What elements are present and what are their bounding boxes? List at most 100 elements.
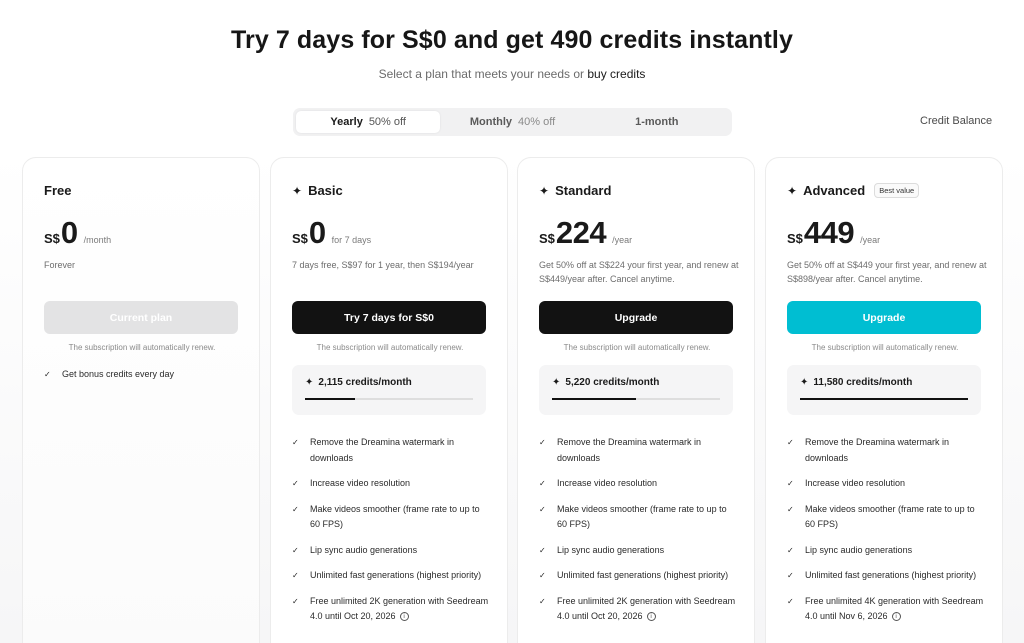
credits-box: ✦ 11,580 credits/month — [787, 365, 981, 415]
price-currency: S$ — [292, 231, 308, 246]
renew-note: The subscription will automatically rene… — [316, 343, 464, 352]
credits-bar — [552, 398, 720, 400]
tab-discount: 50% off — [368, 116, 406, 128]
feature-text: Increase video resolution — [805, 478, 906, 488]
plan-header: ✦ Advanced Best value — [787, 183, 920, 198]
price-period: /year — [860, 235, 881, 245]
feature-item: ✓ Lip sync audio generations — [292, 543, 492, 559]
feature-text: Increase video resolution — [557, 478, 658, 488]
price-period: /month — [83, 235, 112, 245]
price-currency: S$ — [787, 231, 803, 246]
price-currency: S$ — [539, 231, 555, 246]
price: S$ 449 /year — [787, 216, 880, 250]
feature-item: ✓ Unlimited fast generations (highest pri… — [787, 568, 987, 584]
credits-amount: 11,580 credits/month — [813, 377, 913, 388]
tab-yearly[interactable]: Yearly 50% off — [296, 111, 441, 133]
check-icon: ✓ — [292, 438, 299, 447]
price-currency: S$ — [44, 231, 60, 246]
sparkle-icon: ✦ — [552, 377, 561, 388]
credits-label: ✦ 11,580 credits/month — [800, 377, 912, 388]
feature-item: ✓ Make videos smoother (frame rate to up … — [292, 502, 492, 533]
feature-text: Remove the Dreamina watermark in downloa… — [310, 437, 455, 463]
plan-card-advanced: ✦ Advanced Best value S$ 449 /year Get 5… — [765, 157, 1003, 643]
check-icon: ✓ — [44, 370, 51, 379]
sparkles-icon: ✦ — [787, 183, 798, 198]
feature-list: ✓ Remove the Dreamina watermark in downlo… — [292, 435, 492, 635]
tab-1-month[interactable]: 1-month — [585, 111, 729, 133]
check-icon: ✓ — [539, 479, 546, 488]
plan-card-free: Free S$ 0 /month Forever Current plan Th… — [22, 157, 260, 643]
feature-text: Make videos smoother (frame rate to up t… — [805, 503, 975, 530]
feature-item: ✓ Make videos smoother (frame rate to up … — [539, 502, 739, 533]
feature-list: ✓ Remove the Dreamina watermark in downlo… — [539, 435, 739, 635]
feature-item: ✓ Increase video resolution — [787, 476, 987, 492]
plan-card-basic: ✦ Basic S$ 0 for 7 days 7 days free, S$9… — [270, 157, 508, 643]
price-note: Get 50% off at S$449 your first year, an… — [787, 260, 987, 284]
sparkle-icon: ✦ — [305, 377, 314, 388]
check-icon: ✓ — [539, 571, 546, 580]
feature-item: ✓ Lip sync audio generations — [787, 543, 987, 559]
buy-credits-link[interactable]: buy credits — [587, 67, 645, 81]
feature-text: Remove the Dreamina watermark in downloa… — [557, 437, 702, 463]
check-icon: ✓ — [787, 504, 794, 514]
feature-text: Free unlimited 2K generation with Seedre… — [310, 595, 489, 622]
credits-bar — [305, 398, 473, 400]
upgrade-advanced-button[interactable]: Upgrade — [787, 301, 981, 334]
plan-name: Advanced — [803, 183, 866, 198]
feature-item: ✓ Increase video resolution — [539, 476, 739, 492]
check-icon: ✓ — [539, 438, 546, 447]
renew-note: The subscription will automatically rene… — [563, 343, 711, 352]
check-icon: ✓ — [787, 438, 794, 447]
credits-label: ✦ 5,220 credits/month — [552, 377, 659, 388]
tab-label: Yearly — [330, 116, 363, 128]
feature-item: ✓ Remove the Dreamina watermark in downlo… — [539, 435, 739, 466]
tab-label: 1-month — [635, 116, 679, 128]
price-amount: 0 — [308, 215, 326, 250]
feature-item: ✓ Unlimited fast generations (highest pri… — [539, 568, 739, 584]
check-icon: ✓ — [787, 479, 794, 488]
check-icon: ✓ — [787, 571, 794, 580]
check-icon: ✓ — [787, 596, 794, 606]
current-plan-button: Current plan — [44, 301, 238, 334]
check-icon: ✓ — [292, 596, 299, 606]
feature-text: Unlimited fast generations (highest prio… — [310, 570, 482, 580]
price-amount: 0 — [60, 215, 78, 250]
plan-card-standard: ✦ Standard S$ 224 /year Get 50% off at S… — [517, 157, 755, 643]
price-note: Forever — [44, 260, 76, 270]
feature-item: ✓ Remove the Dreamina watermark in downlo… — [292, 435, 492, 466]
price-period: /year — [612, 235, 633, 245]
plan-header: Free — [44, 183, 71, 198]
info-icon[interactable]: i — [891, 612, 901, 622]
page-subtitle: Select a plan that meets your needs or b… — [0, 67, 1024, 81]
try-free-button[interactable]: Try 7 days for S$0 — [292, 301, 486, 334]
feature-text: Make videos smoother (frame rate to up t… — [310, 503, 480, 530]
feature-text: Free unlimited 2K generation with Seedre… — [557, 595, 736, 622]
feature-text: Increase video resolution — [310, 478, 411, 488]
check-icon: ✓ — [292, 545, 299, 555]
check-icon: ✓ — [539, 504, 546, 514]
tab-label: Monthly — [469, 116, 513, 128]
feature-item: ✓ Make videos smoother (frame rate to up … — [787, 502, 987, 533]
upgrade-standard-button[interactable]: Upgrade — [539, 301, 733, 334]
best-value-badge: Best value — [874, 183, 920, 198]
credits-bar-fill — [305, 398, 356, 400]
credits-bar-fill — [552, 398, 636, 400]
sparkle-icon: ✦ — [292, 183, 303, 198]
info-icon[interactable]: i — [646, 612, 656, 622]
plan-name: Standard — [555, 183, 612, 198]
sparkles-icon: ✦ — [539, 183, 550, 198]
credits-label: ✦ 2,115 credits/month — [305, 377, 412, 388]
credits-amount: 2,115 credits/month — [318, 377, 412, 388]
feature-text: Lip sync audio generations — [310, 544, 418, 555]
tab-monthly[interactable]: Monthly 40% off — [440, 111, 584, 133]
info-icon[interactable]: i — [399, 612, 409, 622]
price-amount: 224 — [555, 215, 607, 250]
feature-item: ✓ Free unlimited 2K generation with Seedr… — [539, 594, 739, 625]
credit-balance-link[interactable]: Credit Balance — [920, 115, 992, 127]
price-note: Get 50% off at S$224 your first year, an… — [539, 260, 739, 284]
price-amount: 449 — [803, 215, 855, 250]
price: S$ 0 for 7 days — [292, 216, 371, 250]
price-note: 7 days free, S$97 for 1 year, then S$194… — [292, 260, 474, 270]
billing-period-tabs: Yearly 50% off Monthly 40% off 1-month — [293, 108, 732, 136]
check-icon: ✓ — [292, 479, 299, 488]
